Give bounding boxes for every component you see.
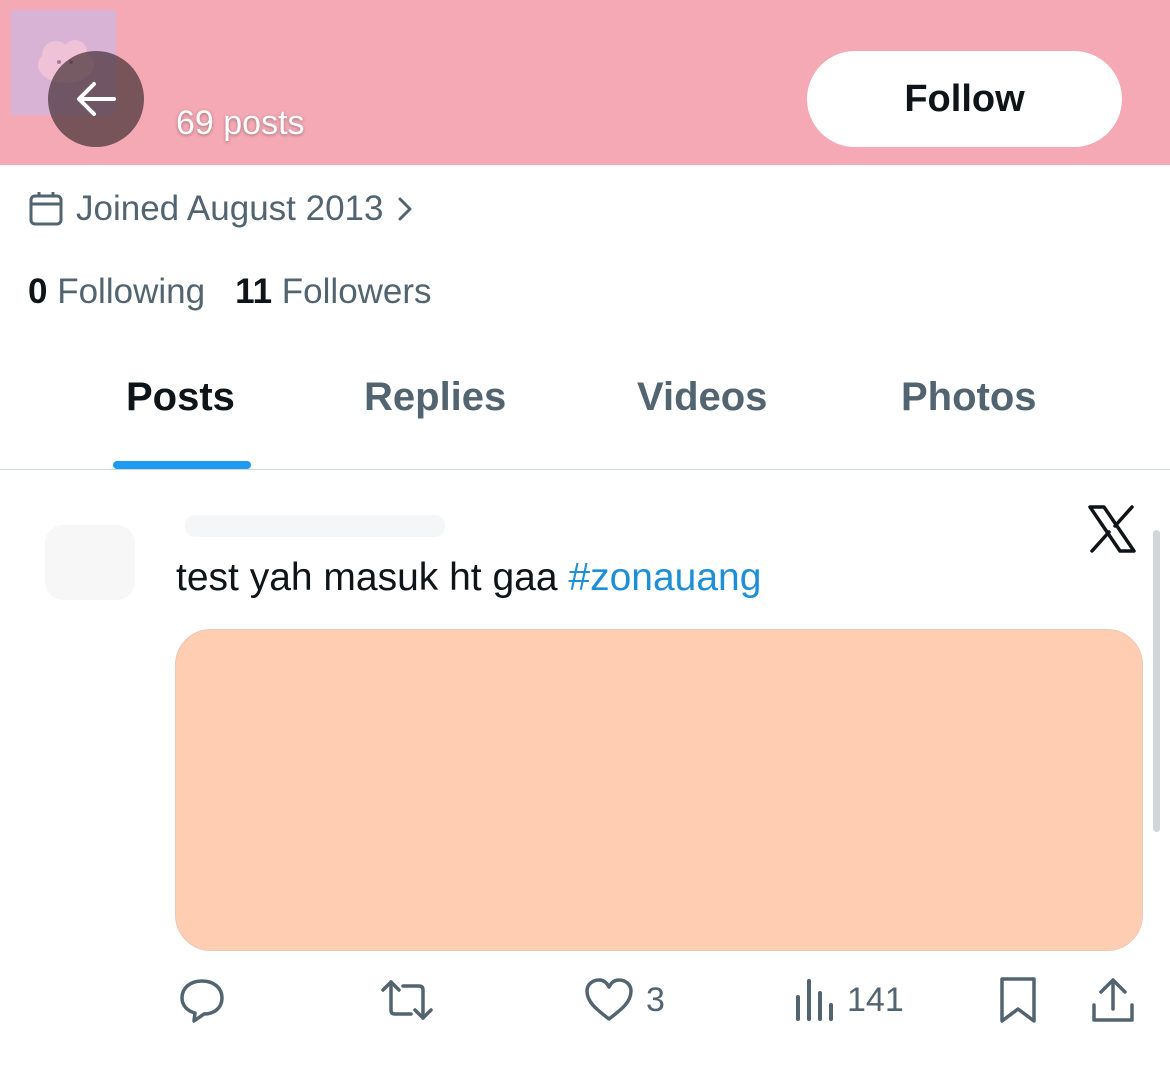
x-logo-icon <box>1088 505 1136 553</box>
calendar-icon <box>29 192 63 226</box>
tab-replies[interactable]: Replies <box>364 375 506 420</box>
profile-banner: 69 posts Follow <box>0 0 1170 165</box>
arrow-left-icon <box>77 82 116 116</box>
repost-icon <box>381 980 433 1020</box>
hashtag-link[interactable]: #zonauang <box>568 556 761 599</box>
following-link[interactable]: 0 Following <box>28 272 205 312</box>
like-count: 3 <box>646 980 665 1019</box>
followers-link[interactable]: 11 Followers <box>235 272 432 312</box>
reply-icon <box>180 979 224 1023</box>
post-text: test yah masuk ht gaa #zonauang <box>176 556 761 600</box>
heart-icon <box>585 978 633 1021</box>
bookmark-button[interactable] <box>996 974 1040 1026</box>
followers-label: Followers <box>281 272 432 311</box>
view-count: 141 <box>847 980 904 1019</box>
post-body: test yah masuk ht gaa <box>176 556 569 599</box>
follow-button[interactable]: Follow <box>807 51 1122 147</box>
back-button[interactable] <box>48 51 144 147</box>
bookmark-icon <box>1000 977 1036 1023</box>
post-author-name-blurred <box>185 515 445 537</box>
tab-videos[interactable]: Videos <box>637 375 767 420</box>
active-tab-indicator <box>113 461 251 469</box>
joined-date-row[interactable]: Joined August 2013 <box>28 186 415 232</box>
like-button[interactable]: 3 <box>584 974 665 1026</box>
scrollbar[interactable] <box>1153 530 1160 832</box>
views-button[interactable]: 141 <box>793 974 904 1026</box>
share-button[interactable] <box>1090 974 1136 1026</box>
follow-stats: 0 Following 11 Followers <box>28 272 432 312</box>
chevron-right-icon <box>398 197 412 221</box>
profile-tabs: Posts Replies Videos Photos <box>0 345 1170 470</box>
followers-count: 11 <box>235 272 273 311</box>
following-label: Following <box>57 272 206 311</box>
posts-count: 69 posts <box>176 104 305 142</box>
share-icon <box>1092 978 1134 1022</box>
joined-date-text: Joined August 2013 <box>76 189 384 228</box>
following-count: 0 <box>28 272 48 311</box>
tab-posts[interactable]: Posts <box>126 375 235 420</box>
repost-button[interactable] <box>381 974 433 1026</box>
reply-button[interactable] <box>178 974 226 1026</box>
views-chart-icon <box>796 979 833 1021</box>
post-media-image[interactable] <box>175 629 1143 951</box>
post-author-avatar[interactable] <box>45 525 135 600</box>
tab-photos[interactable]: Photos <box>901 375 1037 420</box>
